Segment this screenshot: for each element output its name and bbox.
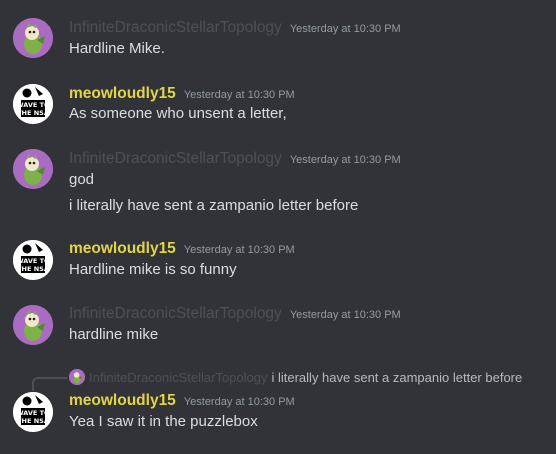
svg-text:WAVE TO: WAVE TO bbox=[16, 257, 50, 265]
author-name[interactable]: InfiniteDraconicStellarTopology bbox=[69, 304, 282, 324]
green-bird-avatar-icon[interactable] bbox=[13, 18, 53, 58]
message-text: i literally have sent a zampanio letter … bbox=[69, 197, 359, 214]
timestamp[interactable]: Yesterday at 10:30 PM bbox=[184, 244, 295, 256]
timestamp[interactable]: Yesterday at 10:30 PM bbox=[184, 396, 295, 408]
svg-text:THE NSA: THE NSA bbox=[17, 109, 49, 117]
message-text: Yea I saw it in the puzzlebox bbox=[69, 413, 258, 430]
message-header: InfiniteDraconicStellarTopology Yesterda… bbox=[69, 149, 401, 169]
wave-to-the-nsa-avatar-icon[interactable]: WAVE TO THE NSA bbox=[13, 84, 53, 124]
reply-preview[interactable]: InfiniteDraconicStellarTopology i litera… bbox=[69, 369, 522, 385]
message-header: meowloudly15 Yesterday at 10:30 PM bbox=[69, 391, 295, 411]
author-name[interactable]: InfiniteDraconicStellarTopology bbox=[69, 149, 282, 169]
message-text: god bbox=[69, 171, 95, 188]
message-text: hardline mike bbox=[69, 326, 159, 343]
message-header: InfiniteDraconicStellarTopology Yesterda… bbox=[69, 304, 401, 324]
message-header: meowloudly15 Yesterday at 10:30 PM bbox=[69, 239, 295, 259]
svg-text:THE NSA: THE NSA bbox=[17, 417, 49, 425]
timestamp[interactable]: Yesterday at 10:30 PM bbox=[290, 154, 401, 166]
reply-author[interactable]: InfiniteDraconicStellarTopology bbox=[89, 370, 267, 385]
message-header: meowloudly15 Yesterday at 10:30 PM bbox=[69, 84, 295, 104]
reply-connector bbox=[32, 377, 67, 391]
timestamp[interactable]: Yesterday at 10:30 PM bbox=[290, 309, 401, 321]
green-bird-avatar-icon[interactable] bbox=[13, 305, 53, 345]
svg-text:WAVE TO: WAVE TO bbox=[16, 101, 50, 109]
message-header: InfiniteDraconicStellarTopology Yesterda… bbox=[69, 18, 401, 38]
reply-text[interactable]: i literally have sent a zampanio letter … bbox=[271, 370, 522, 385]
wave-to-the-nsa-avatar-icon[interactable]: WAVE TO THE NSA bbox=[13, 392, 53, 432]
author-name[interactable]: meowloudly15 bbox=[69, 239, 176, 259]
author-name[interactable]: meowloudly15 bbox=[69, 84, 176, 104]
svg-text:WAVE TO: WAVE TO bbox=[16, 409, 50, 417]
green-bird-avatar-icon[interactable] bbox=[13, 149, 53, 189]
message-text: Hardline mike is so funny bbox=[69, 261, 237, 278]
wave-to-the-nsa-avatar-icon[interactable]: WAVE TO THE NSA bbox=[13, 240, 53, 280]
author-name[interactable]: InfiniteDraconicStellarTopology bbox=[69, 18, 282, 38]
timestamp[interactable]: Yesterday at 10:30 PM bbox=[290, 23, 401, 35]
message-text: As someone who unsent a letter, bbox=[69, 105, 287, 122]
author-name[interactable]: meowloudly15 bbox=[69, 391, 176, 411]
message-text: Hardline Mike. bbox=[69, 40, 165, 57]
svg-text:THE NSA: THE NSA bbox=[17, 265, 49, 273]
timestamp[interactable]: Yesterday at 10:30 PM bbox=[184, 89, 295, 101]
green-bird-avatar-icon bbox=[69, 369, 85, 385]
